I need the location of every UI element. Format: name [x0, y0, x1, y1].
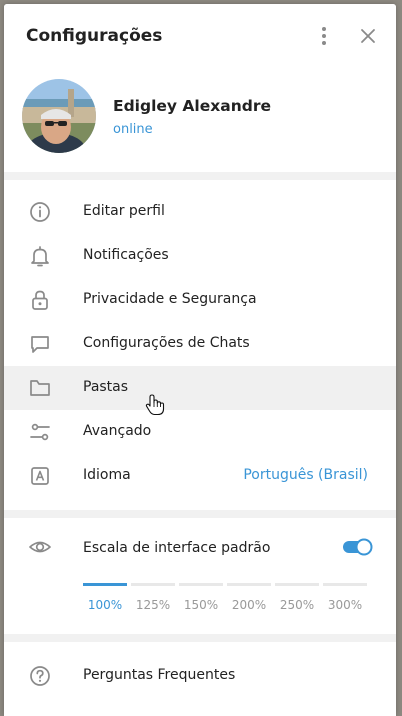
close-icon: [361, 29, 375, 43]
lock-icon: [32, 290, 48, 310]
scale-track-segment: [179, 583, 223, 586]
scale-option[interactable]: 125%: [131, 598, 175, 612]
avatar-photo: [22, 79, 96, 153]
scale-track-segment: [83, 583, 127, 586]
menu-item-notificacoes[interactable]: Notificações: [4, 234, 396, 278]
avatar[interactable]: [22, 79, 96, 153]
scale-toggle[interactable]: [343, 538, 373, 556]
folder-icon: [30, 380, 50, 396]
scale-option[interactable]: 150%: [179, 598, 223, 612]
more-vertical-icon: [322, 27, 326, 45]
page-title: Configurações: [26, 26, 163, 46]
menu-item-label: Notificações: [83, 247, 169, 263]
settings-header: Configurações: [4, 4, 396, 68]
scale-option[interactable]: 200%: [227, 598, 271, 612]
scale-option[interactable]: 100%: [83, 598, 127, 612]
language-icon: [31, 467, 49, 485]
menu-item-label: Privacidade e Segurança: [83, 291, 257, 307]
menu-item-label: Idioma: [83, 467, 131, 483]
question-icon: [30, 666, 50, 686]
scale-label: Escala de interface padrão: [83, 540, 271, 556]
menu-item-label: Pastas: [83, 379, 129, 395]
scale-option[interactable]: 250%: [275, 598, 319, 612]
menu-item-label: Perguntas Frequentes: [83, 667, 236, 683]
menu-item-privacidade[interactable]: Privacidade e Segurança: [4, 278, 396, 322]
language-value: Português (Brasil): [243, 467, 368, 483]
menu-item-avancado[interactable]: Avançado: [4, 410, 396, 454]
menu-item-editar-perfil[interactable]: Editar perfil: [4, 190, 396, 234]
info-icon: [30, 202, 50, 222]
close-button[interactable]: [355, 23, 381, 49]
profile-name: Edigley Alexandre: [113, 97, 271, 115]
hand-cursor-icon: [145, 394, 165, 416]
scale-section: [4, 518, 396, 634]
chat-bubble-icon: [31, 336, 49, 353]
profile-status: online: [113, 122, 153, 137]
menu-item-label: Avançado: [83, 423, 152, 439]
menu-item-perguntas-frequentes[interactable]: Perguntas Frequentes: [4, 654, 396, 698]
scale-track-segment: [323, 583, 367, 586]
menu-item-configuracoes-chats[interactable]: Configurações de Chats: [4, 322, 396, 366]
scale-track-segment: [131, 583, 175, 586]
menu-item-idioma[interactable]: Idioma Português (Brasil): [4, 454, 396, 498]
more-options-button[interactable]: [311, 23, 337, 49]
profile-section: Configurações Edigley Alexandre online: [4, 4, 396, 172]
menu-item-label: Configurações de Chats: [83, 335, 250, 351]
sliders-icon: [30, 423, 50, 441]
eye-icon: [29, 541, 51, 553]
scale-track-segment: [227, 583, 271, 586]
bell-icon: [31, 246, 49, 267]
scale-track-segment: [275, 583, 319, 586]
menu-item-label: Editar perfil: [83, 203, 165, 219]
menu-item-pastas[interactable]: Pastas: [4, 366, 396, 410]
scale-option[interactable]: 300%: [323, 598, 367, 612]
settings-panel: Configurações Edigley Alexandre online E…: [4, 4, 396, 716]
